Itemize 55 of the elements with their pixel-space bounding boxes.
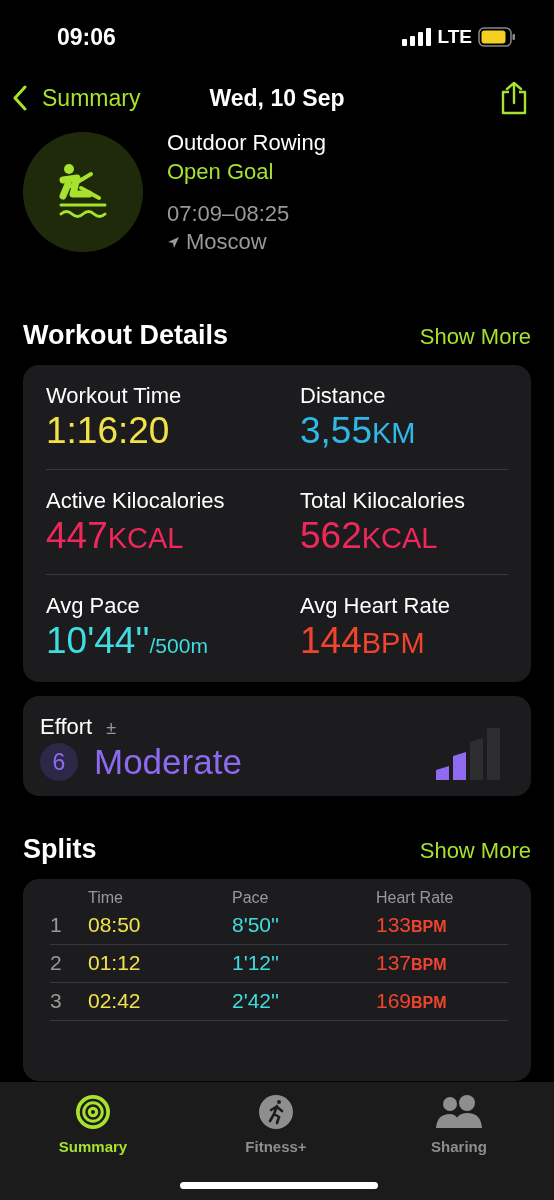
runner-icon <box>256 1092 296 1132</box>
metric-label: Workout Time <box>46 383 183 409</box>
split-time: 08:50 <box>88 913 142 937</box>
split-heart-rate: 137BPM <box>376 951 448 975</box>
tab[interactable]: Summary <box>38 1092 148 1155</box>
split-number: 2 <box>50 951 63 975</box>
effort-label: Effort <box>40 714 93 740</box>
section-title: Workout Details <box>23 320 229 351</box>
split-time: 01:12 <box>88 951 142 975</box>
split-pace: 8'50'' <box>232 913 281 937</box>
effort-rating: Moderate <box>94 742 243 782</box>
split-time: 02:42 <box>88 989 142 1013</box>
battery-icon <box>478 27 516 47</box>
rowing-icon <box>23 132 143 252</box>
split-number: 3 <box>50 989 63 1013</box>
column-header: Time <box>88 889 124 907</box>
tab[interactable]: Sharing <box>404 1092 514 1155</box>
tab[interactable]: Fitness+ <box>221 1092 331 1155</box>
split-pace: 1'12'' <box>232 951 281 975</box>
metric-value: 3,55KM <box>300 409 417 453</box>
metric-value: 144BPM <box>300 619 426 663</box>
column-header: Pace <box>232 889 270 907</box>
metric-label: Total Kilocalories <box>300 488 467 514</box>
split-heart-rate: 169BPM <box>376 989 448 1013</box>
metric-value: 562KCAL <box>300 514 439 558</box>
status-time: 09:06 <box>57 23 116 51</box>
nav-title: Wed, 10 Sep <box>209 84 345 112</box>
location: Moscow <box>186 228 267 256</box>
show-more-link[interactable]: Show More <box>419 838 531 864</box>
chevron-left-icon <box>12 85 28 111</box>
metric-label: Active Kilocalories <box>46 488 226 514</box>
metric-value: 447KCAL <box>46 514 185 558</box>
split-pace: 2'42'' <box>232 989 281 1013</box>
location-arrow-icon <box>167 235 180 249</box>
metric-value: 10'44''/500m <box>46 619 209 663</box>
metric-label: Avg Pace <box>46 593 141 619</box>
rings-icon <box>73 1092 113 1132</box>
show-more-link[interactable]: Show More <box>419 324 531 350</box>
back-button[interactable]: Summary <box>12 84 141 112</box>
share-icon[interactable] <box>499 81 529 115</box>
signal-icon <box>401 28 432 46</box>
section-title: Splits <box>23 834 97 865</box>
time-range: 07:09–08:25 <box>167 200 291 228</box>
metric-label: Avg Heart Rate <box>300 593 451 619</box>
split-heart-rate: 133BPM <box>376 913 448 937</box>
adjust-icon: ± <box>106 718 117 739</box>
metric-label: Distance <box>300 383 387 409</box>
effort-card[interactable]: Effort ± 6 Moderate <box>23 696 531 796</box>
workout-name: Outdoor Rowing <box>167 129 326 157</box>
metric-value: 1:16:20 <box>46 409 171 453</box>
split-number: 1 <box>50 913 63 937</box>
effort-score: 6 <box>40 743 78 781</box>
column-header: Heart Rate <box>376 889 455 907</box>
workout-goal: Open Goal <box>167 158 275 186</box>
network-label: LTE <box>437 26 472 48</box>
